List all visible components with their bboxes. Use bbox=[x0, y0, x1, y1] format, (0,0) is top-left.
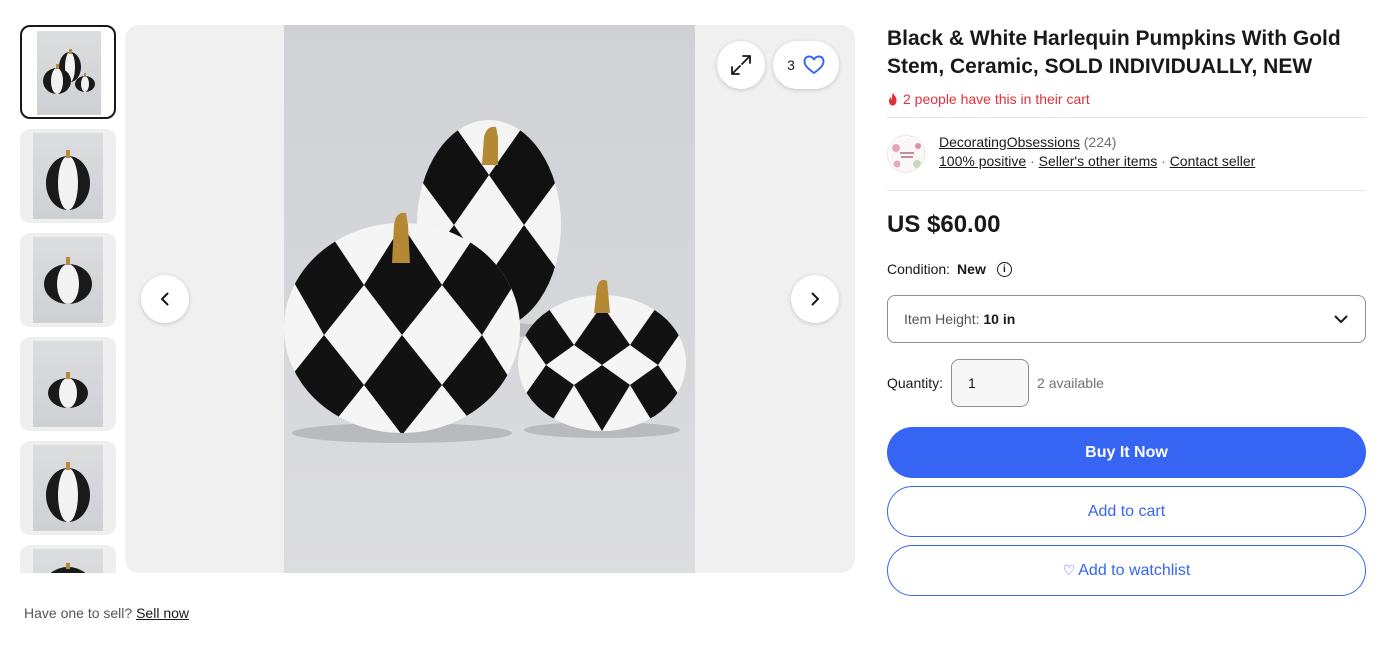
thumbnail-5[interactable] bbox=[20, 441, 116, 535]
next-image-button[interactable] bbox=[791, 275, 839, 323]
divider bbox=[887, 190, 1366, 191]
listing-details-panel: Black & White Harlequin Pumpkins With Go… bbox=[887, 25, 1366, 596]
item-height-select[interactable]: Item Height: 10 in bbox=[887, 295, 1366, 343]
quantity-label: Quantity: bbox=[887, 375, 944, 391]
seller-info: DecoratingObsessions (224) 100% positive… bbox=[887, 118, 1366, 190]
expand-icon bbox=[731, 55, 751, 75]
main-product-image bbox=[284, 25, 695, 573]
cart-urgency-note: 2 people have this in their cart bbox=[887, 91, 1366, 107]
variation-label: Item Height: bbox=[904, 311, 980, 327]
condition-row: Condition: New i bbox=[887, 261, 1366, 277]
thumbnail-strip bbox=[20, 25, 116, 573]
watch-count: 3 bbox=[787, 57, 795, 73]
item-price: US $60.00 bbox=[887, 211, 1001, 238]
info-icon[interactable]: i bbox=[996, 261, 1012, 277]
separator: · bbox=[1161, 153, 1166, 169]
expand-image-button[interactable] bbox=[717, 41, 765, 89]
thumbnail-image bbox=[37, 31, 101, 115]
thumbnail-image bbox=[33, 237, 103, 323]
separator: · bbox=[1030, 153, 1035, 169]
chevron-left-icon bbox=[161, 292, 169, 306]
buy-it-now-button[interactable]: Buy It Now bbox=[887, 427, 1366, 478]
cart-note-text: 2 people have this in their cart bbox=[903, 91, 1090, 107]
quantity-input[interactable] bbox=[951, 359, 1030, 407]
thumbnail-image bbox=[33, 341, 103, 427]
sell-one-prompt: Have one to sell? Sell now bbox=[24, 605, 189, 621]
seller-feedback-count: (224) bbox=[1083, 134, 1117, 150]
seller-name-link[interactable]: DecoratingObsessions bbox=[939, 134, 1080, 150]
item-title: Black & White Harlequin Pumpkins With Go… bbox=[887, 27, 1341, 78]
seller-other-items-link[interactable]: Seller's other items bbox=[1039, 153, 1158, 169]
thumbnail-3[interactable] bbox=[20, 233, 116, 327]
heart-icon bbox=[803, 55, 825, 74]
thumbnail-image bbox=[33, 445, 103, 531]
heart-icon: ♡ bbox=[1062, 562, 1076, 578]
watch-count-button[interactable]: 3 bbox=[773, 41, 839, 89]
chevron-down-icon bbox=[1334, 315, 1348, 323]
previous-image-button[interactable] bbox=[141, 275, 189, 323]
add-to-watchlist-label: Add to watchlist bbox=[1078, 561, 1191, 579]
available-count: 2 available bbox=[1037, 375, 1104, 391]
condition-label: Condition: bbox=[887, 261, 951, 277]
add-to-cart-button[interactable]: Add to cart bbox=[887, 486, 1366, 537]
seller-avatar[interactable] bbox=[887, 135, 925, 173]
thumbnail-image bbox=[33, 549, 103, 573]
thumbnail-image bbox=[33, 133, 103, 219]
fire-icon bbox=[889, 92, 897, 106]
sell-now-link[interactable]: Sell now bbox=[136, 605, 189, 621]
add-to-watchlist-button[interactable]: ♡ Add to watchlist bbox=[887, 545, 1366, 596]
quantity-row: Quantity: 2 available bbox=[887, 359, 1366, 407]
thumbnail-1[interactable] bbox=[20, 25, 116, 119]
thumbnail-4[interactable] bbox=[20, 337, 116, 431]
seller-positive-link[interactable]: 100% positive bbox=[939, 153, 1026, 169]
thumbnail-2[interactable] bbox=[20, 129, 116, 223]
thumbnail-6[interactable] bbox=[20, 545, 116, 573]
variation-value: 10 in bbox=[983, 311, 1016, 327]
main-image-viewer[interactable]: 3 bbox=[125, 25, 855, 573]
condition-value: New bbox=[957, 261, 986, 277]
chevron-right-icon bbox=[811, 292, 819, 306]
sell-prompt-text: Have one to sell? bbox=[24, 605, 133, 621]
contact-seller-link[interactable]: Contact seller bbox=[1170, 153, 1256, 169]
